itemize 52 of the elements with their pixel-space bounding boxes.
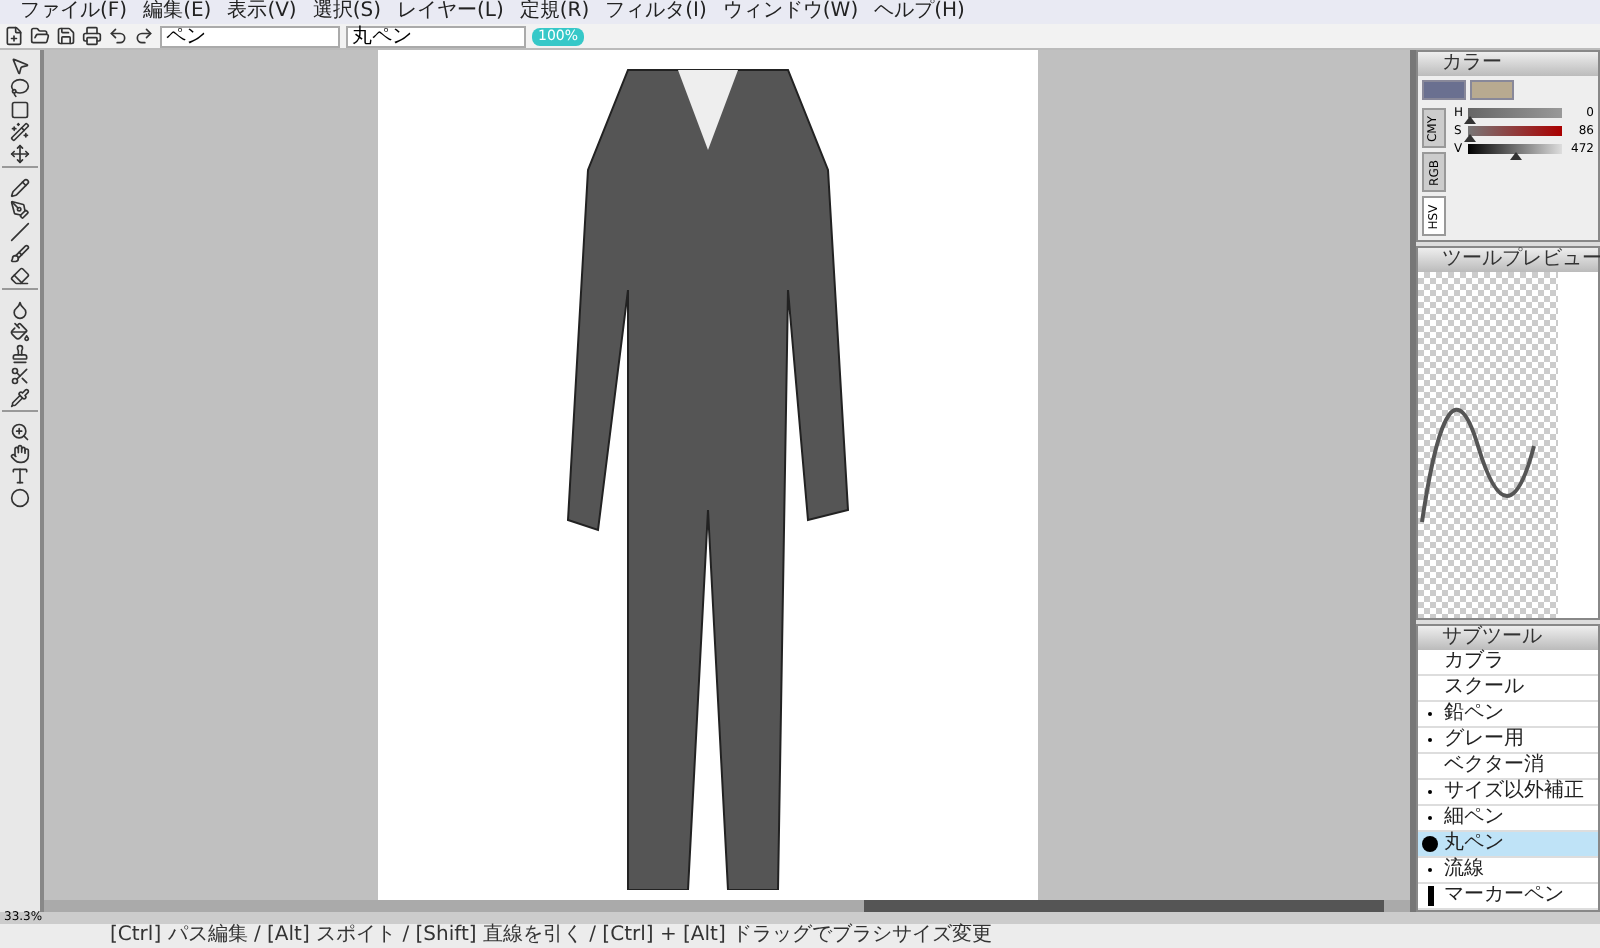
tool-icon[interactable]: [10, 388, 30, 408]
color-slider[interactable]: [1468, 144, 1562, 154]
tool-icon[interactable]: [10, 222, 30, 242]
menu-item[interactable]: 選択(S): [312, 0, 381, 24]
tool-icon[interactable]: [10, 244, 30, 264]
tool-icon[interactable]: [10, 178, 30, 198]
tool-icon[interactable]: [10, 266, 30, 286]
tool-icon[interactable]: [10, 56, 30, 76]
tool-icon[interactable]: [10, 122, 30, 142]
tool-icon[interactable]: [10, 488, 30, 508]
tool-icon[interactable]: [10, 300, 30, 320]
color-swatch[interactable]: [1422, 80, 1466, 100]
color-swatch[interactable]: [1470, 80, 1514, 100]
tool-dropdown[interactable]: ペン: [160, 25, 340, 47]
tool-icon[interactable]: [10, 366, 30, 386]
panel-title: サブツール: [1418, 626, 1598, 650]
tool-icon[interactable]: [10, 344, 30, 364]
slider-thumb[interactable]: [1509, 152, 1521, 160]
subtool-item[interactable]: 丸ペン: [1418, 832, 1598, 858]
menu-item[interactable]: ファイル(F): [20, 0, 128, 24]
drawing-canvas[interactable]: [377, 50, 1037, 900]
toolbar-icon[interactable]: [134, 26, 154, 46]
subtool-item[interactable]: ベクター消: [1418, 754, 1598, 780]
tool-icon[interactable]: [10, 100, 30, 120]
tool-icon[interactable]: [10, 200, 30, 220]
toolbar-icon[interactable]: [4, 26, 24, 46]
subtool-item[interactable]: 細ペン: [1418, 806, 1598, 832]
toolbar-icon[interactable]: [108, 26, 128, 46]
panel-title: ツールプレビュー: [1418, 248, 1598, 272]
tool-icon[interactable]: [10, 422, 30, 442]
subtool-item[interactable]: カブラ: [1418, 650, 1598, 676]
subtool-item[interactable]: グレー用: [1418, 728, 1598, 754]
subtool-item[interactable]: スクール: [1418, 676, 1598, 702]
subtool-item[interactable]: マーカーペン: [1418, 884, 1598, 910]
toolbar-icon[interactable]: [82, 26, 102, 46]
menu-item[interactable]: 編集(E): [143, 0, 212, 24]
menu-item[interactable]: レイヤー(L): [397, 0, 504, 24]
tool-icon[interactable]: [10, 322, 30, 342]
subtool-item[interactable]: 鉛ペン: [1418, 702, 1598, 728]
panel-title: カラー: [1418, 52, 1598, 76]
toolbar-icon[interactable]: [30, 26, 50, 46]
menu-item[interactable]: 表示(V): [227, 0, 297, 24]
toolbar-icon[interactable]: [56, 26, 76, 46]
tool-icon[interactable]: [10, 444, 30, 464]
menu-item[interactable]: ウィンドウ(W): [722, 0, 859, 24]
subtool-item[interactable]: 流線: [1418, 858, 1598, 884]
subtool-item[interactable]: サイズ以外補正: [1418, 780, 1598, 806]
tool-icon[interactable]: [10, 144, 30, 164]
brush-dropdown[interactable]: 丸ペン: [346, 25, 526, 47]
tool-icon[interactable]: [10, 466, 30, 486]
tool-icon[interactable]: [10, 78, 30, 98]
menu-item[interactable]: フィルタ(I): [605, 0, 707, 24]
